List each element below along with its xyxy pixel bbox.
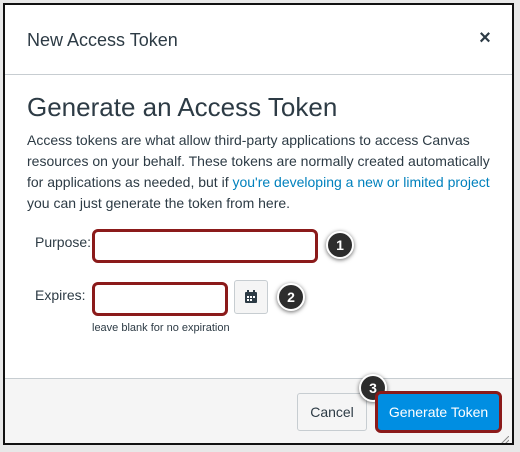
calendar-icon: [245, 290, 257, 303]
dialog-footer: Cancel 3 Generate Token: [5, 374, 512, 444]
page-title: Generate an Access Token: [27, 92, 338, 122]
expires-hint: leave blank for no expiration: [92, 322, 230, 334]
developer-key-link[interactable]: you're developing a new or limited proje…: [232, 174, 489, 190]
access-token-dialog: New Access Token × Generate an Access To…: [3, 3, 514, 445]
dialog-header: New Access Token ×: [5, 5, 512, 75]
calendar-button[interactable]: [234, 280, 268, 314]
callout-1: 1: [326, 231, 354, 259]
expires-label: Expires:: [35, 287, 86, 303]
generate-token-button[interactable]: Generate Token: [375, 391, 502, 433]
resize-grip-icon[interactable]: [501, 436, 509, 444]
dialog-title: New Access Token: [27, 30, 178, 50]
expires-input[interactable]: [92, 282, 228, 316]
purpose-label: Purpose:: [35, 234, 92, 250]
description-text-end: you can just generate the token from her…: [27, 195, 291, 211]
callout-2: 2: [277, 283, 305, 311]
cancel-button[interactable]: Cancel: [297, 393, 367, 431]
description: Access tokens are what allow third-party…: [27, 130, 497, 214]
close-icon[interactable]: ×: [474, 27, 496, 49]
purpose-input[interactable]: [92, 229, 318, 263]
